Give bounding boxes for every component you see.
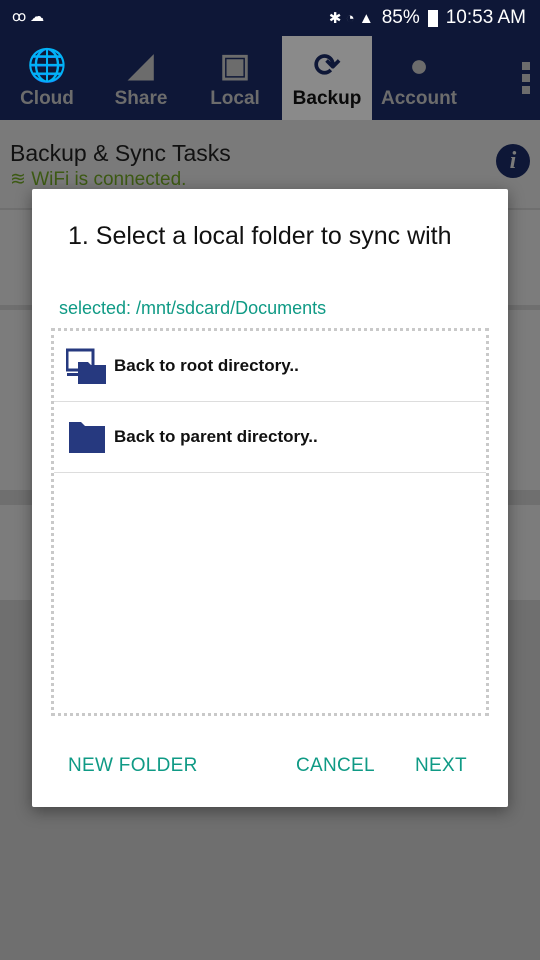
local-folder-icon: ▣ <box>219 47 251 83</box>
wifi-status: ≋ WiFi is connected. <box>10 168 186 191</box>
selected-path: selected: /mnt/sdcard/Documents <box>59 298 327 318</box>
item-label: Back to root directory.. <box>114 356 299 375</box>
battery-percent: 85% <box>381 7 420 28</box>
bluetooth-icon: ✱ ◔ ▲ <box>328 10 374 27</box>
status-bar: ꝏ ☁ ✱ ◔ ▲ 85% 10:53 AM <box>0 0 540 36</box>
select-folder-dialog: 1. Select a local folder to sync with se… <box>32 189 508 807</box>
info-icon[interactable]: i <box>496 144 530 178</box>
list-item-root[interactable]: Back to root directory.. <box>54 331 486 402</box>
wifi-text: WiFi is connected. <box>31 169 187 190</box>
tab-label: Account <box>381 88 457 109</box>
item-label: Back to parent directory.. <box>114 427 318 446</box>
globe-folder-icon: 🌐 <box>27 47 67 83</box>
page-title: Backup & Sync Tasks <box>10 140 231 166</box>
clock: 10:53 AM <box>445 7 526 28</box>
voicemail-icon: ꝏ ☁ <box>12 8 45 24</box>
tab-cloud[interactable]: 🌐 Cloud <box>0 36 94 120</box>
cancel-button[interactable]: CANCEL <box>296 755 375 777</box>
sync-icon: ⟳ <box>313 47 341 83</box>
tab-label: Share <box>114 88 168 109</box>
dialog-title: 1. Select a local folder to sync with <box>68 222 452 250</box>
person-icon: ● <box>409 47 429 83</box>
folder-icon <box>69 422 105 453</box>
battery-icon <box>427 9 438 27</box>
tab-share[interactable]: ◢ Share <box>94 36 188 120</box>
tab-label: Backup <box>292 88 362 109</box>
share-icon: ◢ <box>128 47 154 83</box>
tab-account[interactable]: ● Account <box>372 36 466 120</box>
wifi-icon: ≋ <box>10 169 32 190</box>
overflow-menu-icon[interactable] <box>522 62 530 94</box>
next-button[interactable]: NEXT <box>415 755 467 777</box>
tab-bar: 🌐 Cloud ◢ Share ▣ Local ⟳ Backup ● Account <box>0 36 540 120</box>
tab-local[interactable]: ▣ Local <box>188 36 282 120</box>
computer-folder-icon <box>66 348 106 384</box>
tab-backup[interactable]: ⟳ Backup <box>282 36 372 120</box>
list-item-parent[interactable]: Back to parent directory.. <box>54 402 486 473</box>
folder-list: Back to root directory.. Back to parent … <box>51 328 489 716</box>
new-folder-button[interactable]: NEW FOLDER <box>68 755 198 777</box>
tab-label: Local <box>210 88 260 109</box>
tab-label: Cloud <box>20 88 74 109</box>
